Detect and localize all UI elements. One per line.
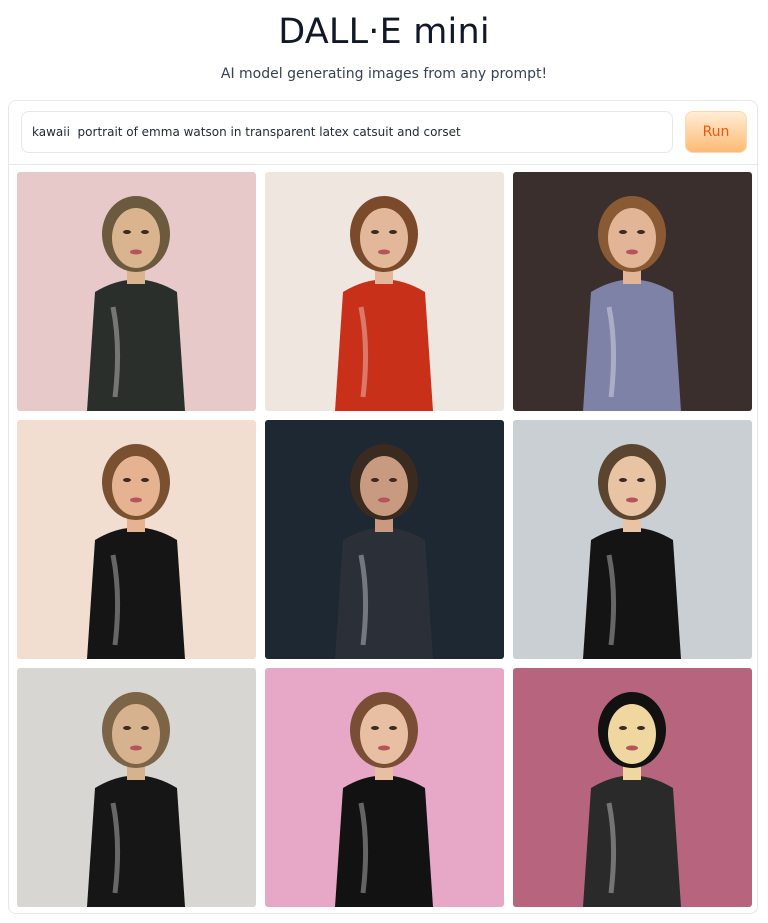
figure-eye-right (141, 230, 149, 234)
figure-eye-right (141, 478, 149, 482)
generated-image-art (265, 420, 504, 659)
page-title: DALL·E mini (278, 12, 490, 52)
figure-face (360, 456, 408, 516)
figure-lips (378, 497, 390, 503)
figure-face (360, 704, 408, 764)
figure-body (583, 775, 681, 907)
figure-eye-left (123, 230, 131, 234)
generated-image-art (265, 172, 504, 411)
figure-lips (626, 249, 638, 255)
generated-image-9[interactable] (513, 668, 752, 907)
figure-eye-right (389, 230, 397, 234)
figure-eye-left (619, 726, 627, 730)
figure-lips (130, 497, 142, 503)
figure-face (360, 208, 408, 268)
page-subtitle: AI model generating images from any prom… (220, 66, 548, 82)
generated-image-2[interactable] (265, 172, 504, 411)
generated-image-5[interactable] (265, 420, 504, 659)
figure-lips (130, 249, 142, 255)
generated-image-art (265, 668, 504, 907)
figure-body (583, 279, 681, 411)
image-gallery (17, 172, 752, 907)
figure-eye-left (371, 726, 379, 730)
figure-body (335, 279, 433, 411)
figure-face (608, 456, 656, 516)
figure-eye-right (637, 478, 645, 482)
generated-image-art (17, 172, 256, 411)
figure-face (112, 456, 160, 516)
generated-image-3[interactable] (513, 172, 752, 411)
figure-eye-right (389, 726, 397, 730)
figure-face (608, 208, 656, 268)
figure-eye-left (619, 230, 627, 234)
generated-image-1[interactable] (17, 172, 256, 411)
figure-eye-left (123, 478, 131, 482)
figure-eye-left (123, 726, 131, 730)
figure-face (112, 704, 160, 764)
generated-image-4[interactable] (17, 420, 256, 659)
figure-body (87, 279, 185, 411)
figure-eye-left (371, 478, 379, 482)
run-button[interactable]: Run (685, 111, 747, 153)
generated-image-art (513, 668, 752, 907)
generated-image-7[interactable] (17, 668, 256, 907)
page: DALL·E mini AI model generating images f… (0, 0, 768, 923)
figure-body (335, 775, 433, 907)
figure-lips (378, 745, 390, 751)
figure-eye-left (371, 230, 379, 234)
figure-body (335, 527, 433, 659)
figure-body (87, 527, 185, 659)
generator-panel: Run (8, 100, 758, 914)
generated-image-8[interactable] (265, 668, 504, 907)
figure-eye-right (637, 726, 645, 730)
figure-lips (626, 497, 638, 503)
generated-image-6[interactable] (513, 420, 752, 659)
figure-lips (130, 745, 142, 751)
generated-image-art (513, 420, 752, 659)
figure-lips (626, 745, 638, 751)
generated-image-art (17, 420, 256, 659)
figure-eye-left (619, 478, 627, 482)
prompt-bar: Run (9, 101, 757, 165)
figure-eye-right (389, 478, 397, 482)
figure-face (608, 704, 656, 764)
figure-body (87, 775, 185, 907)
generated-image-art (513, 172, 752, 411)
prompt-input[interactable] (21, 111, 673, 153)
generated-image-art (17, 668, 256, 907)
figure-face (112, 208, 160, 268)
figure-body (583, 527, 681, 659)
figure-eye-right (141, 726, 149, 730)
figure-lips (378, 249, 390, 255)
figure-eye-right (637, 230, 645, 234)
